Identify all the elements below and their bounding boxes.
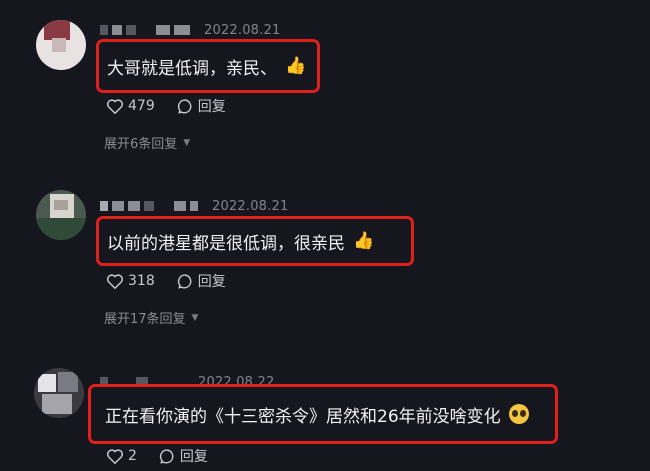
caret-down-icon: ▼	[191, 312, 199, 323]
avatar[interactable]	[36, 190, 86, 240]
expand-replies[interactable]: 展开6条回复 ▼	[104, 133, 190, 152]
reply-label: 回复	[197, 274, 226, 290]
pleading-face-icon	[508, 404, 529, 424]
like-count: 2	[128, 448, 137, 464]
reply-bubble-icon	[159, 448, 174, 464]
avatar[interactable]	[36, 20, 86, 70]
username-redacted	[112, 201, 124, 211]
expand-replies-label: 展开6条回复	[104, 137, 178, 152]
username-redacted	[100, 201, 108, 211]
comment-text-highlight: 以前的港星都是很低调，很亲民 👍	[96, 216, 414, 266]
comment-date: 2022.08.21	[212, 198, 289, 214]
like-button[interactable]: 318	[106, 273, 155, 290]
heart-icon	[106, 448, 124, 464]
comment-actions: 479 回复	[106, 96, 248, 116]
like-button[interactable]: 479	[106, 98, 155, 115]
thumbs-up-icon: 👍	[353, 230, 375, 251]
reply-bubble-icon	[177, 273, 192, 289]
reply-button[interactable]: 回复	[177, 96, 226, 116]
reply-label: 回复	[179, 449, 208, 465]
comment-text: 正在看你演的《十三密杀令》居然和26年前没啥变化	[105, 406, 501, 427]
like-count: 479	[128, 98, 155, 114]
expand-replies[interactable]: 展开17条回复 ▼	[104, 308, 198, 327]
comment-meta: 2022.08.21	[100, 197, 288, 215]
reply-bubble-icon	[177, 98, 192, 114]
reply-button[interactable]: 回复	[177, 271, 226, 291]
comment-text-highlight: 正在看你演的《十三密杀令》居然和26年前没啥变化	[88, 384, 558, 444]
heart-icon	[106, 273, 124, 289]
comment-text: 以前的港星都是很低调，很亲民	[107, 233, 345, 254]
username-redacted	[174, 201, 186, 211]
comment-text-highlight: 大哥就是低调，亲民、 👍	[96, 39, 320, 93]
username-redacted	[112, 25, 122, 35]
username-redacted	[100, 25, 108, 35]
like-count: 318	[128, 273, 155, 289]
comment-actions: 318 回复	[106, 271, 248, 291]
username-redacted	[156, 25, 170, 35]
heart-icon	[106, 98, 124, 114]
comment-date: 2022.08.21	[204, 22, 281, 38]
caret-down-icon: ▼	[183, 137, 191, 148]
expand-replies-label: 展开17条回复	[104, 312, 186, 327]
username-redacted	[190, 201, 198, 211]
username-redacted	[144, 201, 154, 211]
avatar[interactable]	[34, 368, 84, 418]
username-redacted	[128, 201, 140, 211]
reply-button[interactable]: 回复	[159, 446, 208, 466]
like-button[interactable]: 2	[106, 448, 137, 465]
comment-text: 大哥就是低调，亲民、	[107, 58, 277, 79]
thumbs-up-icon: 👍	[285, 55, 307, 76]
comment-list: 2022.08.21 大哥就是低调，亲民、 👍 479 回复 展开6条回复 ▼	[0, 0, 650, 471]
username-redacted	[174, 25, 190, 35]
reply-label: 回复	[197, 99, 226, 115]
comment-meta: 2022.08.21	[100, 21, 280, 39]
comment-actions: 2 回复	[106, 446, 230, 466]
username-redacted	[126, 25, 136, 35]
